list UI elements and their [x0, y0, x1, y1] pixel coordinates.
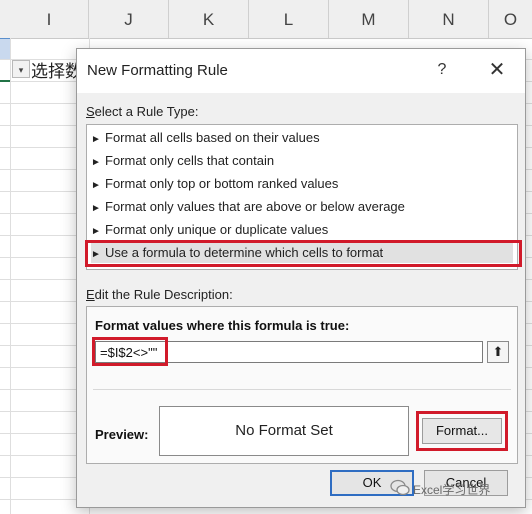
- arrow-right-icon: ►: [91, 203, 101, 214]
- collapse-dialog-button[interactable]: ⬆: [487, 341, 509, 363]
- column-header-m[interactable]: M: [329, 0, 409, 38]
- wechat-icon: [390, 479, 410, 496]
- rule-type-item[interactable]: ► Format only unique or duplicate values: [91, 219, 513, 240]
- rule-type-item[interactable]: ► Format only top or bottom ranked values: [91, 173, 513, 194]
- text-caret: [167, 344, 168, 360]
- arrow-right-icon: ►: [91, 157, 101, 168]
- help-button[interactable]: ?: [432, 59, 452, 81]
- selected-cell-left[interactable]: [0, 38, 10, 60]
- column-header-o[interactable]: O: [489, 0, 532, 38]
- rule-type-item[interactable]: ► Format all cells based on their values: [91, 127, 513, 148]
- new-formatting-rule-dialog: New Formatting Rule ? ✕ Select a Rule Ty…: [76, 48, 526, 508]
- dialog-title: New Formatting Rule: [87, 62, 228, 79]
- arrow-right-icon: ►: [91, 226, 101, 237]
- column-header-i[interactable]: I: [10, 0, 89, 38]
- arrow-right-icon: ►: [91, 249, 101, 260]
- close-button[interactable]: ✕: [485, 59, 509, 81]
- formula-input[interactable]: [95, 341, 483, 363]
- rule-type-item-selected[interactable]: ► Use a formula to determine which cells …: [91, 242, 513, 263]
- dialog-titlebar: New Formatting Rule ? ✕: [77, 49, 525, 93]
- formula-label: Format values where this formula is true…: [95, 318, 350, 333]
- edit-rule-description-label: Edit the Rule Description:: [86, 287, 233, 302]
- arrow-right-icon: ►: [91, 180, 101, 191]
- rule-type-item[interactable]: ► Format only cells that contain: [91, 150, 513, 171]
- watermark-text: Excel学习世界: [413, 483, 491, 497]
- format-button[interactable]: Format...: [422, 418, 502, 444]
- column-header-row: I J K L M N O: [0, 0, 532, 39]
- active-cell-border: [0, 80, 10, 82]
- column-header-n[interactable]: N: [409, 0, 489, 38]
- arrow-right-icon: ►: [91, 134, 101, 145]
- divider: [93, 389, 511, 390]
- cell-dropdown-button[interactable]: ▾: [12, 60, 30, 78]
- rule-type-item[interactable]: ► Format only values that are above or be…: [91, 196, 513, 217]
- rule-type-list[interactable]: ► Format all cells based on their values …: [86, 124, 518, 270]
- format-preview: No Format Set: [159, 406, 409, 456]
- column-header-j[interactable]: J: [89, 0, 169, 38]
- preview-label: Preview:: [95, 427, 149, 442]
- column-header-l[interactable]: L: [249, 0, 329, 38]
- grid-line: [10, 38, 11, 514]
- column-header-k[interactable]: K: [169, 0, 249, 38]
- rule-description-panel: Format values where this formula is true…: [86, 306, 518, 464]
- select-rule-type-label: Select a Rule Type:: [86, 104, 199, 119]
- cell-text[interactable]: 选择数: [31, 57, 82, 82]
